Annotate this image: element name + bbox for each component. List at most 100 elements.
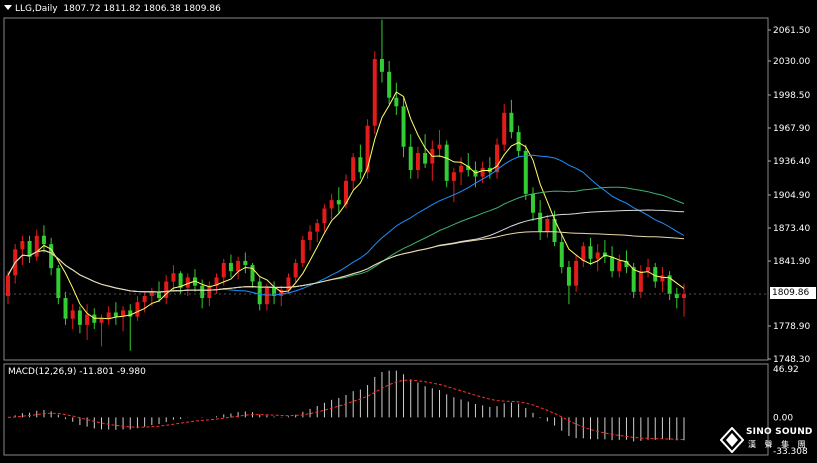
candle-body[interactable] (27, 240, 32, 257)
candle-body[interactable] (595, 252, 600, 259)
candle-body[interactable] (638, 271, 643, 292)
logo-subtitle: 漢 聲 集 團 (748, 440, 809, 449)
candle-body[interactable] (286, 277, 291, 290)
candle-body[interactable] (329, 200, 334, 209)
candle-body[interactable] (401, 106, 406, 147)
price-tick-label: 1748.30 (773, 355, 810, 365)
candle-body[interactable] (243, 260, 248, 266)
candle-body[interactable] (617, 260, 622, 272)
candle-body[interactable] (379, 59, 384, 72)
candle-body[interactable] (264, 287, 269, 305)
candle-body[interactable] (6, 275, 10, 296)
current-price-marker: 1809.86 (770, 287, 816, 299)
candle-body[interactable] (408, 146, 413, 171)
price-tick-label: 1904.90 (773, 191, 810, 201)
candle-body[interactable] (236, 260, 241, 272)
candle-body[interactable] (135, 302, 140, 317)
candle-body[interactable] (77, 310, 82, 325)
candle-body[interactable] (308, 231, 313, 240)
price-panel-border (3, 17, 769, 361)
candle-body[interactable] (444, 144, 449, 181)
candle-body[interactable] (415, 153, 420, 171)
candle-body[interactable] (200, 285, 205, 299)
ma-tan-line (7, 231, 685, 293)
candle-body[interactable] (228, 262, 233, 272)
macd-title: MACD(12,26,9) -11.801 -9.980 (8, 367, 146, 377)
candle-body[interactable] (459, 165, 464, 173)
candle-body[interactable] (387, 71, 392, 98)
candle-body[interactable] (257, 281, 262, 305)
candle-body[interactable] (300, 239, 305, 263)
candle-body[interactable] (221, 262, 226, 278)
symbol-label: LLG,Daily (15, 4, 58, 14)
candle-body[interactable] (41, 235, 46, 245)
candle-body[interactable] (372, 59, 377, 126)
candle-body[interactable] (653, 267, 658, 282)
candle-body[interactable] (660, 275, 665, 282)
diamond-logo-icon (720, 427, 744, 453)
candle-body[interactable] (106, 312, 111, 319)
candle-body[interactable] (437, 144, 442, 149)
candle-body[interactable] (581, 246, 586, 261)
candle-body[interactable] (70, 310, 75, 319)
candle-body[interactable] (171, 273, 176, 282)
price-tick-label: 2030.00 (773, 57, 810, 67)
candle-body[interactable] (530, 193, 535, 213)
candle-body[interactable] (49, 244, 54, 269)
macd-panel[interactable]: 46.920.00-33.308 (7, 365, 808, 457)
candle-body[interactable] (34, 235, 39, 257)
candle-body[interactable] (365, 125, 370, 173)
candle-body[interactable] (185, 277, 190, 288)
price-tick-label: 1873.40 (773, 224, 810, 234)
candle-body[interactable] (56, 268, 61, 299)
candle-body[interactable] (63, 298, 68, 319)
candle-body[interactable] (502, 112, 507, 145)
price-tick-label: 1936.40 (773, 157, 810, 167)
candle-body[interactable] (250, 265, 255, 282)
candle-body[interactable] (516, 132, 521, 151)
candle-body[interactable] (523, 150, 528, 194)
candle-body[interactable] (588, 246, 593, 259)
brand-logo: SINO SOUND 漢 聲 集 團 (718, 424, 814, 458)
ohlc-values: 1807.72 1811.82 1806.38 1809.86 (63, 4, 221, 14)
candle-body[interactable] (545, 218, 550, 232)
candle-body[interactable] (574, 260, 579, 286)
candle-body[interactable] (631, 267, 636, 292)
chart-canvas[interactable]: 2061.50 2030.00 1998.50 1967.90 1936.40 1904.… (0, 0, 817, 459)
candle-body[interactable] (85, 314, 90, 325)
candle-body[interactable] (157, 291, 162, 299)
candle-body[interactable] (293, 262, 298, 278)
chart-title: LLG,Daily 1807.72 1811.82 1806.38 1809.8… (4, 4, 221, 14)
candle-body[interactable] (351, 157, 356, 181)
logo-name: SINO SOUND (746, 427, 813, 437)
macd-panel-border (3, 363, 769, 456)
candle-body[interactable] (315, 223, 320, 232)
candle-body[interactable] (610, 256, 615, 272)
candle-body[interactable] (480, 167, 485, 177)
candle-body[interactable] (451, 172, 456, 181)
candle-body[interactable] (538, 212, 543, 232)
candle-body[interactable] (322, 208, 327, 224)
candle-body[interactable] (495, 144, 500, 173)
candle-body[interactable] (646, 267, 651, 272)
candle-body[interactable] (394, 97, 399, 107)
candle-body[interactable] (423, 153, 428, 164)
price-panel[interactable] (4, 19, 768, 351)
candle-body[interactable] (99, 318, 104, 323)
dropdown-triangle-icon[interactable] (4, 5, 12, 10)
candle-body[interactable] (142, 295, 147, 303)
price-tick-label: 1778.90 (773, 322, 810, 332)
candle-body[interactable] (20, 240, 25, 250)
macd-axis-label: 46.92 (773, 365, 799, 375)
candle-body[interactable] (559, 242, 564, 268)
price-tick-label: 1998.50 (773, 91, 810, 101)
candle-body[interactable] (113, 312, 118, 317)
candle-body[interactable] (336, 200, 341, 205)
candle-body[interactable] (358, 157, 363, 173)
candle-body[interactable] (207, 285, 212, 299)
trading-chart[interactable]: 2061.50 2030.00 1998.50 1967.90 1936.40 1904.… (0, 0, 817, 459)
macd-axis-label: 0.00 (773, 413, 793, 423)
candle-body[interactable] (509, 112, 514, 133)
price-axis[interactable]: 2061.50 2030.00 1998.50 1967.90 1936.40 1904.… (768, 26, 810, 365)
candle-body[interactable] (566, 267, 571, 286)
